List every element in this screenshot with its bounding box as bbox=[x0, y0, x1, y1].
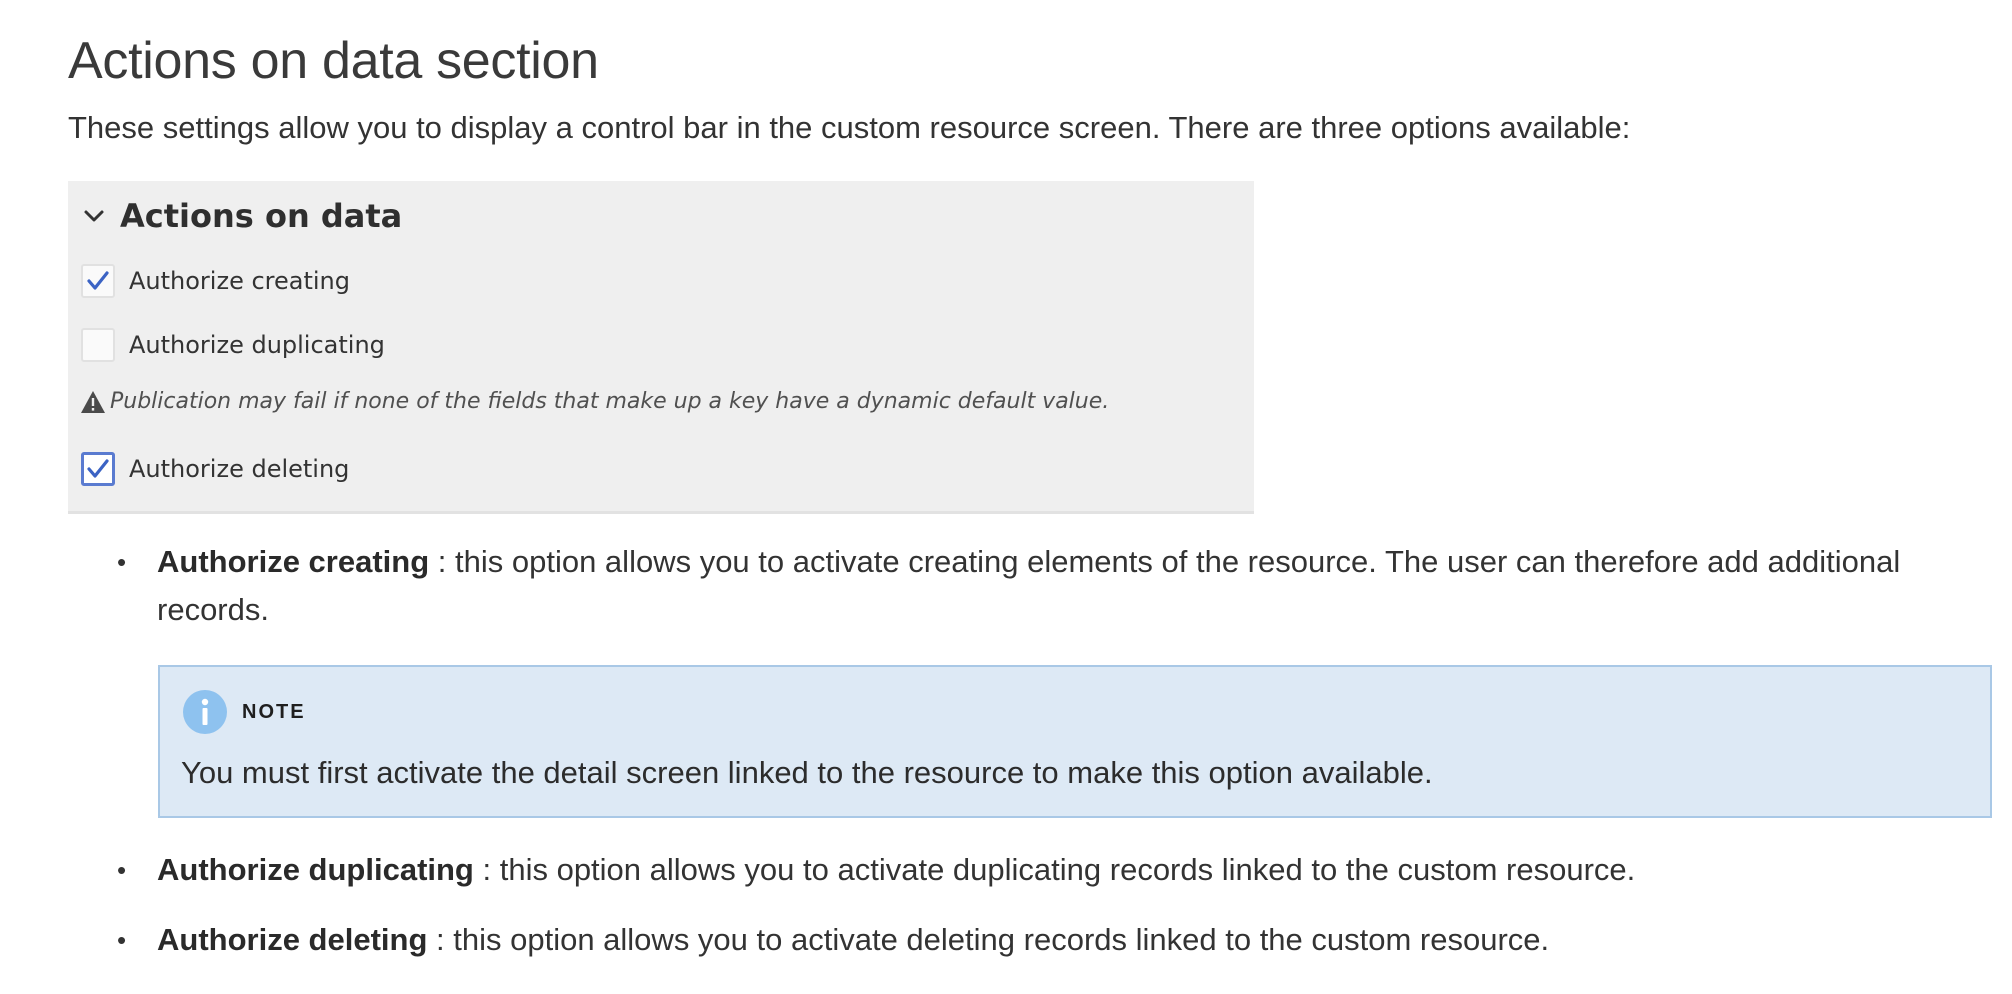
checkbox-row-authorize-deleting[interactable]: Authorize deleting bbox=[81, 452, 349, 486]
warning-text: Publication may fail if none of the fiel… bbox=[110, 389, 1110, 414]
checkmark-icon bbox=[87, 271, 109, 290]
options-list: • Authorize creating : this option allow… bbox=[0, 538, 2012, 957]
page-title: Actions on data section bbox=[68, 32, 599, 90]
authorize-creating-label: Authorize creating bbox=[129, 267, 350, 295]
intro-text: These settings allow you to display a co… bbox=[68, 110, 1631, 145]
note-header: NOTE bbox=[182, 689, 306, 735]
checkmark-icon bbox=[87, 459, 109, 478]
bullet: • bbox=[117, 547, 127, 577]
list-item: • Authorize deleting : this option allow… bbox=[0, 916, 2012, 964]
warning-message: Publication may fail if none of the fiel… bbox=[80, 389, 1109, 414]
checkbox-row-authorize-creating[interactable]: Authorize creating bbox=[81, 264, 350, 298]
option-description: : this option allows you to activate del… bbox=[436, 922, 1550, 957]
info-icon bbox=[182, 689, 228, 735]
authorize-deleting-checkbox[interactable] bbox=[81, 452, 115, 486]
bullet: • bbox=[117, 925, 127, 955]
panel-header-toggle[interactable]: Actions on data bbox=[80, 197, 402, 235]
panel-heading: Actions on data bbox=[120, 197, 403, 235]
warning-icon bbox=[80, 390, 106, 414]
note-title: NOTE bbox=[242, 700, 306, 723]
option-name: Authorize duplicating bbox=[157, 852, 474, 887]
list-item: • Authorize creating : this option allow… bbox=[0, 538, 2012, 634]
chevron-down-icon[interactable] bbox=[80, 202, 108, 230]
authorize-duplicating-label: Authorize duplicating bbox=[129, 331, 385, 359]
option-name: Authorize creating bbox=[157, 544, 430, 579]
note-box: NOTE You must first activate the detail … bbox=[158, 665, 1992, 818]
option-name: Authorize deleting bbox=[157, 922, 428, 957]
option-description: : this option allows you to activate dup… bbox=[482, 852, 1636, 887]
list-item: • Authorize duplicating : this option al… bbox=[0, 846, 2012, 894]
checkbox-row-authorize-duplicating[interactable]: Authorize duplicating bbox=[81, 328, 385, 362]
bullet: • bbox=[117, 855, 127, 885]
authorize-deleting-label: Authorize deleting bbox=[129, 455, 350, 483]
actions-on-data-panel: Actions on data Authorize creating Autho… bbox=[68, 181, 1254, 514]
authorize-creating-checkbox[interactable] bbox=[81, 264, 115, 298]
authorize-duplicating-checkbox[interactable] bbox=[81, 328, 115, 362]
note-text: You must first activate the detail scree… bbox=[181, 755, 1433, 790]
